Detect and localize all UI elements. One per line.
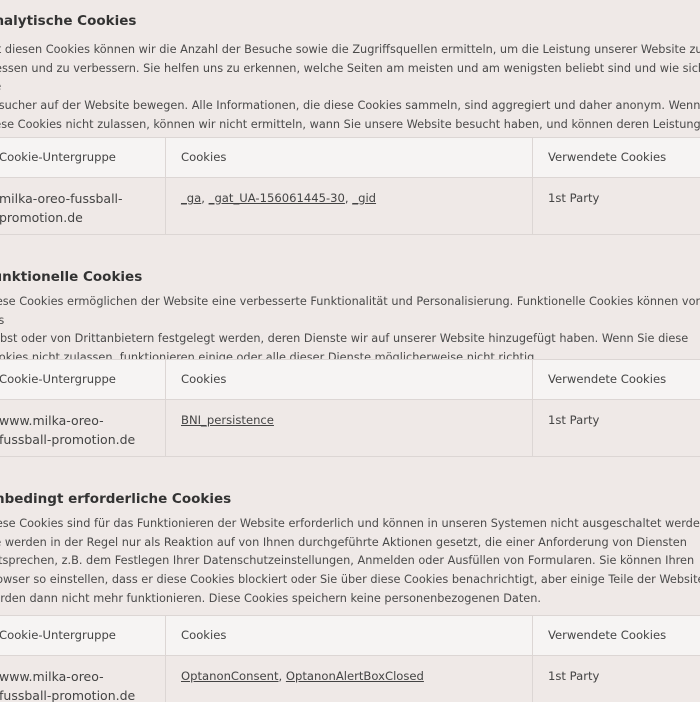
cookie-list: OptanonConsent, OptanonAlertBoxClosed [165,655,533,702]
cookie-usage: 1st Party [532,177,700,235]
column-header-cookies: Cookies [165,615,533,656]
cookie-usage: 1st Party [532,655,700,702]
column-header-subgroup: Cookie-Untergruppe [0,137,166,178]
column-header-cookies: Cookies [165,137,533,178]
cookie-link-optanon-consent[interactable]: OptanonConsent [181,669,279,683]
section-title-analytics: Analytische Cookies [0,13,137,29]
cookie-list: _ga, _gat_UA-156061445-30, _gid [165,177,533,235]
column-header-subgroup: Cookie-Untergruppe [0,615,166,656]
table-row: milka-oreo-fussball- promotion.de _ga, _… [0,177,700,235]
column-header-subgroup: Cookie-Untergruppe [0,359,166,400]
section-title-necessary: Unbedingt erforderliche Cookies [0,491,232,507]
column-header-cookies: Cookies [165,359,533,400]
cookie-usage: 1st Party [532,399,700,457]
cookie-table-analytics: Cookie-Untergruppe Cookies Verwendete Co… [0,137,700,235]
cookie-link-gat[interactable]: _gat_UA-156061445-30 [209,191,345,205]
table-row: www.milka-oreo- fussball-promotion.de BN… [0,399,700,457]
table-header-row: Cookie-Untergruppe Cookies Verwendete Co… [0,359,700,400]
column-header-usage: Verwendete Cookies [532,137,700,178]
section-description-functional: Diese Cookies ermöglichen der Website ei… [0,295,700,365]
column-header-usage: Verwendete Cookies [532,615,700,656]
cookie-link-ga[interactable]: _ga [181,191,201,205]
table-row: www.milka-oreo- fussball-promotion.de Op… [0,655,700,702]
cookie-table-necessary: Cookie-Untergruppe Cookies Verwendete Co… [0,615,700,702]
cookie-subgroup: www.milka-oreo- fussball-promotion.de [0,413,136,447]
cookie-subgroup: www.milka-oreo- fussball-promotion.de [0,669,136,702]
cookie-list: BNI_persistence [165,399,533,457]
cookie-link-bni-persistence[interactable]: BNI_persistence [181,413,274,427]
cookie-subgroup: milka-oreo-fussball- promotion.de [0,191,123,225]
cookie-table-functional: Cookie-Untergruppe Cookies Verwendete Co… [0,359,700,457]
table-header-row: Cookie-Untergruppe Cookies Verwendete Co… [0,615,700,656]
column-header-usage: Verwendete Cookies [532,359,700,400]
table-header-row: Cookie-Untergruppe Cookies Verwendete Co… [0,137,700,178]
cookie-link-gid[interactable]: _gid [352,191,376,205]
cookie-link-optanon-alertbox[interactable]: OptanonAlertBoxClosed [286,669,424,683]
section-description-necessary: Diese Cookies sind für das Funktionieren… [0,517,700,605]
section-title-functional: Funktionelle Cookies [0,269,143,285]
